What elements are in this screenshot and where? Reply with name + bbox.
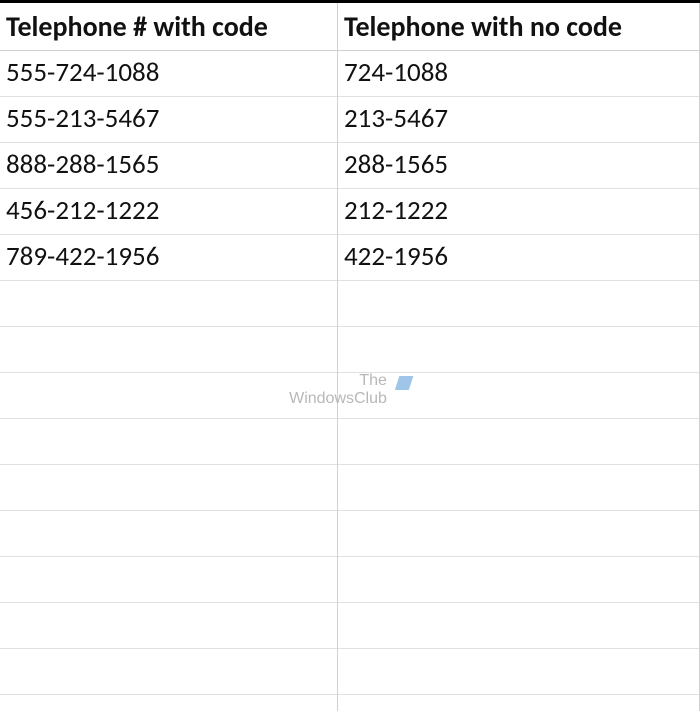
column-with-code: Telephone # with code 555-724-1088555-21… (0, 3, 338, 711)
empty-cell[interactable] (338, 557, 699, 603)
empty-cell[interactable] (0, 649, 337, 695)
cell-with-code[interactable]: 555-213-5467 (0, 97, 337, 143)
cell-with-code[interactable]: 789-422-1956 (0, 235, 337, 281)
cell-no-code[interactable]: 724-1088 (338, 51, 699, 97)
column-no-code: Telephone with no code 724-1088213-54672… (338, 3, 700, 711)
cell-with-code[interactable]: 888-288-1565 (0, 143, 337, 189)
empty-cell[interactable] (338, 511, 699, 557)
cell-with-code[interactable]: 555-724-1088 (0, 51, 337, 97)
header-no-code[interactable]: Telephone with no code (338, 3, 699, 51)
empty-cell[interactable] (338, 465, 699, 511)
empty-cell[interactable] (0, 603, 337, 649)
empty-cell[interactable] (0, 511, 337, 557)
spreadsheet-grid: Telephone # with code 555-724-1088555-21… (0, 0, 700, 711)
empty-cell[interactable] (0, 373, 337, 419)
empty-cell[interactable] (0, 281, 337, 327)
empty-cell[interactable] (338, 419, 699, 465)
empty-cell[interactable] (0, 327, 337, 373)
cell-no-code[interactable]: 288-1565 (338, 143, 699, 189)
empty-cell[interactable] (338, 603, 699, 649)
cell-no-code[interactable]: 422-1956 (338, 235, 699, 281)
header-with-code[interactable]: Telephone # with code (0, 3, 337, 51)
empty-cell[interactable] (338, 327, 699, 373)
empty-cell[interactable] (338, 649, 699, 695)
empty-cell[interactable] (338, 281, 699, 327)
empty-cell[interactable] (0, 419, 337, 465)
cell-with-code[interactable]: 456-212-1222 (0, 189, 337, 235)
cell-no-code[interactable]: 213-5467 (338, 97, 699, 143)
cell-no-code[interactable]: 212-1222 (338, 189, 699, 235)
empty-cell[interactable] (0, 557, 337, 603)
empty-cell[interactable] (338, 373, 699, 419)
empty-cell[interactable] (0, 465, 337, 511)
